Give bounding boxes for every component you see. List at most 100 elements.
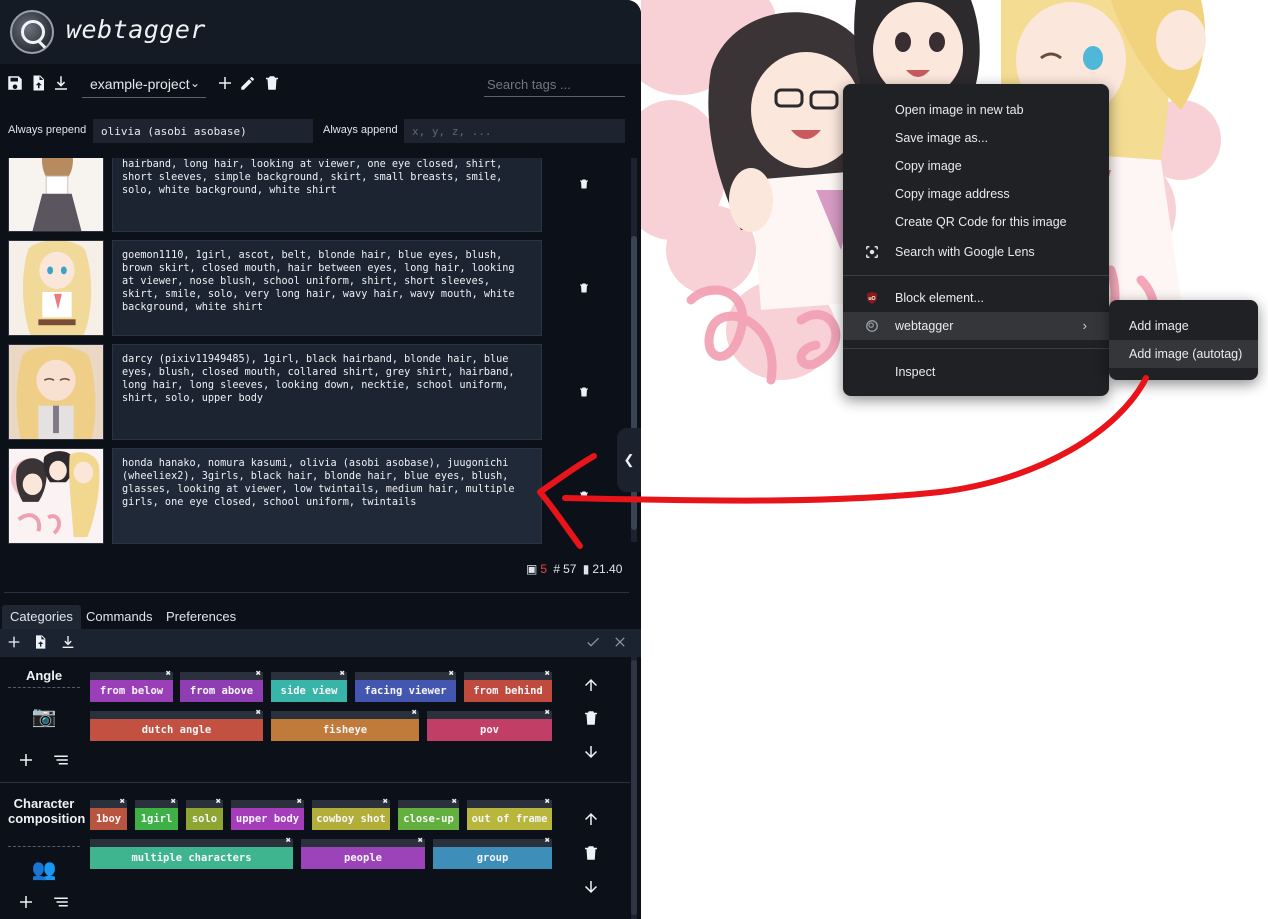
close-icon[interactable]: ✖ xyxy=(120,797,125,807)
close-icon[interactable] xyxy=(612,634,630,652)
menu-item-open-new-tab[interactable]: Open image in new tab xyxy=(843,96,1109,124)
menu-item-save-image[interactable]: Save image as... xyxy=(843,124,1109,152)
close-icon[interactable]: ✖ xyxy=(452,797,457,807)
import-categories-icon[interactable] xyxy=(32,634,50,652)
tag-chip[interactable]: ✖ solo xyxy=(186,797,223,830)
tag-chip[interactable]: ✖ group xyxy=(433,836,552,869)
tag-chip[interactable]: ✖ cowboy shot xyxy=(312,797,390,830)
menu-item-webtagger[interactable]: webtagger › xyxy=(843,312,1109,340)
tab-preferences[interactable]: Preferences xyxy=(158,605,244,629)
project-select[interactable]: example-project ⌄ xyxy=(82,72,206,98)
close-icon[interactable]: ✖ xyxy=(545,669,550,679)
tag-chip[interactable]: ✖ upper body xyxy=(231,797,304,830)
trash-icon[interactable] xyxy=(578,281,594,297)
add-tag-icon[interactable] xyxy=(17,751,37,771)
image-tags-textarea[interactable]: goemon1110, 1girl, ascot, belt, blonde h… xyxy=(112,240,542,336)
move-up-icon[interactable] xyxy=(582,676,602,696)
tag-count: 57 xyxy=(563,562,577,576)
delete-category-icon[interactable] xyxy=(582,844,602,864)
menu-item-copy-address[interactable]: Copy image address xyxy=(843,180,1109,208)
tab-categories[interactable]: Categories xyxy=(2,605,81,629)
close-icon[interactable]: ✖ xyxy=(256,708,261,718)
tag-chip[interactable]: ✖ from behind xyxy=(464,669,552,702)
close-icon[interactable]: ✖ xyxy=(286,836,291,846)
upload-file-icon[interactable] xyxy=(28,74,48,94)
always-prepend-input[interactable] xyxy=(93,119,313,143)
close-icon[interactable]: ✖ xyxy=(256,669,261,679)
image-count: 5 xyxy=(540,562,548,576)
people-icon[interactable]: 👥 xyxy=(29,857,59,882)
tag-chip[interactable]: ✖ 1girl xyxy=(135,797,178,830)
close-icon[interactable]: ✖ xyxy=(340,669,345,679)
camera-icon[interactable]: 📷 xyxy=(29,704,59,729)
move-up-icon[interactable] xyxy=(582,810,602,830)
tag-chip[interactable]: ✖ side view xyxy=(271,669,347,702)
close-icon[interactable]: ✖ xyxy=(383,797,388,807)
trash-icon[interactable] xyxy=(578,385,594,401)
menu-item-qr-code[interactable]: Create QR Code for this image xyxy=(843,208,1109,236)
close-icon[interactable]: ✖ xyxy=(418,836,423,846)
delete-category-icon[interactable] xyxy=(582,709,602,729)
tag-chip-bar xyxy=(467,800,552,808)
save-icon[interactable] xyxy=(5,74,25,94)
menu-item-add-image-autotag[interactable]: Add image (autotag) xyxy=(1109,340,1258,368)
search-tags-input[interactable] xyxy=(484,73,625,97)
close-icon[interactable]: ✖ xyxy=(166,669,171,679)
move-down-icon[interactable] xyxy=(582,743,602,763)
menu-item-add-image[interactable]: Add image xyxy=(1109,312,1258,340)
trash-icon[interactable] xyxy=(578,177,594,193)
tab-commands[interactable]: Commands xyxy=(78,605,160,629)
webtagger-panel: webtagger example-project ⌄ Search tags … xyxy=(0,0,641,919)
tag-chip[interactable]: ✖ from below xyxy=(90,669,173,702)
image-thumbnail[interactable] xyxy=(8,158,104,232)
tag-chip[interactable]: ✖ from above xyxy=(180,669,263,702)
sort-icon[interactable] xyxy=(52,751,72,771)
close-icon[interactable]: ✖ xyxy=(297,797,302,807)
close-icon[interactable]: ✖ xyxy=(545,836,550,846)
categories-scrollbar-thumb[interactable] xyxy=(631,660,637,915)
tag-chip[interactable]: ✖ pov xyxy=(427,708,552,741)
edit-project-icon[interactable] xyxy=(238,74,258,94)
download-categories-icon[interactable] xyxy=(60,634,78,652)
add-tag-icon[interactable] xyxy=(17,893,37,913)
tag-chip[interactable]: ✖ 1boy xyxy=(90,797,127,830)
image-tags-textarea[interactable]: darcy (pixiv11949485), 1girl, black hair… xyxy=(112,344,542,440)
delete-project-icon[interactable] xyxy=(262,74,282,94)
tag-chip[interactable]: ✖ fisheye xyxy=(271,708,419,741)
collapse-panel-button[interactable]: ❮ xyxy=(617,428,641,492)
tag-chip[interactable]: ✖ out of frame xyxy=(467,797,552,830)
tag-chip[interactable]: ✖ multiple characters xyxy=(90,836,293,869)
close-icon[interactable]: ✖ xyxy=(449,669,454,679)
menu-item-google-lens[interactable]: Search with Google Lens xyxy=(843,238,1109,266)
menu-item-inspect[interactable]: Inspect xyxy=(843,358,1109,386)
image-tags-textarea[interactable]: honda hanako, nomura kasumi, olivia (aso… xyxy=(112,448,542,544)
close-icon[interactable]: ✖ xyxy=(171,797,176,807)
always-append-input[interactable] xyxy=(404,119,625,143)
tag-chip[interactable]: ✖ people xyxy=(301,836,425,869)
tag-chip[interactable]: ✖ dutch angle xyxy=(90,708,263,741)
image-thumbnail[interactable] xyxy=(8,448,104,544)
tag-chip[interactable]: ✖ facing viewer xyxy=(355,669,456,702)
image-thumbnail[interactable] xyxy=(8,240,104,336)
menu-item-block-element[interactable]: uO Block element... xyxy=(843,284,1109,312)
check-icon[interactable] xyxy=(585,634,603,652)
tag-chip[interactable]: ✖ close-up xyxy=(398,797,459,830)
image-tags-textarea[interactable]: blush, breasts, brown skirt, closed mout… xyxy=(112,158,542,232)
category-name[interactable]: Character composition xyxy=(8,796,85,826)
sort-icon[interactable] xyxy=(52,893,72,913)
menu-item-copy-image[interactable]: Copy image xyxy=(843,152,1109,180)
webtagger-icon xyxy=(866,320,878,332)
category-name[interactable]: Angle xyxy=(8,668,80,683)
chevron-right-icon: › xyxy=(1082,318,1087,333)
close-icon[interactable]: ✖ xyxy=(545,708,550,718)
image-thumbnail[interactable] xyxy=(8,344,104,440)
close-icon[interactable]: ✖ xyxy=(216,797,221,807)
add-project-icon[interactable] xyxy=(215,74,235,94)
move-down-icon[interactable] xyxy=(582,878,602,898)
add-category-icon[interactable] xyxy=(6,634,24,652)
token-count: 21.40 xyxy=(592,562,623,576)
trash-icon[interactable] xyxy=(578,489,594,505)
close-icon[interactable]: ✖ xyxy=(412,708,417,718)
close-icon[interactable]: ✖ xyxy=(545,797,550,807)
download-icon[interactable] xyxy=(51,74,71,94)
